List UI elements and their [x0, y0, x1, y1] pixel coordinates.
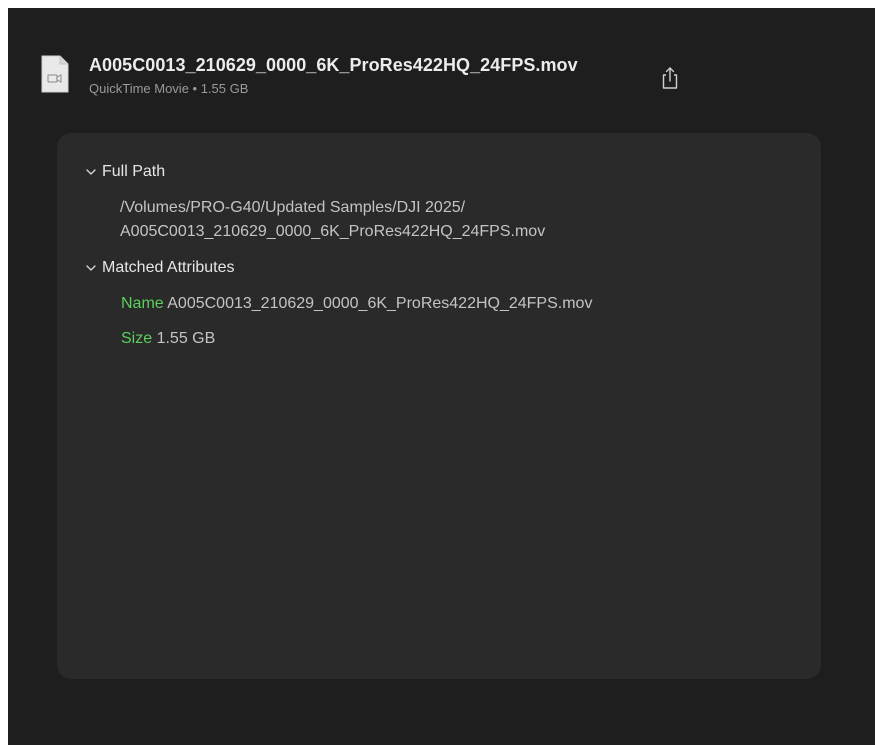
file-name-title: A005C0013_210629_0000_6K_ProRes422HQ_24F…	[89, 55, 578, 75]
file-kind-size: QuickTime Movie • 1.55 GB	[89, 81, 249, 96]
matched-attributes-toggle[interactable]: Matched Attributes	[85, 259, 235, 277]
attribute-key-name: Name	[121, 295, 164, 312]
full-path-line-2: A005C0013_210629_0000_6K_ProRes422HQ_24F…	[120, 223, 546, 240]
share-icon	[662, 67, 678, 89]
attribute-value-name: A005C0013_210629_0000_6K_ProRes422HQ_24F…	[167, 295, 593, 312]
attribute-key-size: Size	[121, 330, 153, 347]
attribute-row-size: Size 1.55 GB	[121, 330, 215, 348]
chevron-down-icon	[86, 265, 96, 271]
matched-attributes-title: Matched Attributes	[102, 259, 235, 276]
chevron-down-icon	[86, 169, 96, 175]
full-path-line-1: /Volumes/PRO-G40/Updated Samples/DJI 202…	[120, 199, 466, 216]
full-path-title: Full Path	[102, 163, 166, 180]
video-file-icon	[40, 54, 70, 94]
full-path-toggle[interactable]: Full Path	[85, 163, 165, 181]
info-card: Full Path /Volumes/PRO-G40/Updated Sampl…	[57, 133, 821, 679]
attribute-row-name: Name A005C0013_210629_0000_6K_ProRes422H…	[121, 295, 592, 313]
quicklook-window: A005C0013_210629_0000_6K_ProRes422HQ_24F…	[8, 8, 875, 745]
share-button[interactable]	[656, 64, 684, 92]
file-header: A005C0013_210629_0000_6K_ProRes422HQ_24F…	[8, 8, 875, 118]
attribute-value-size: 1.55 GB	[156, 330, 216, 347]
